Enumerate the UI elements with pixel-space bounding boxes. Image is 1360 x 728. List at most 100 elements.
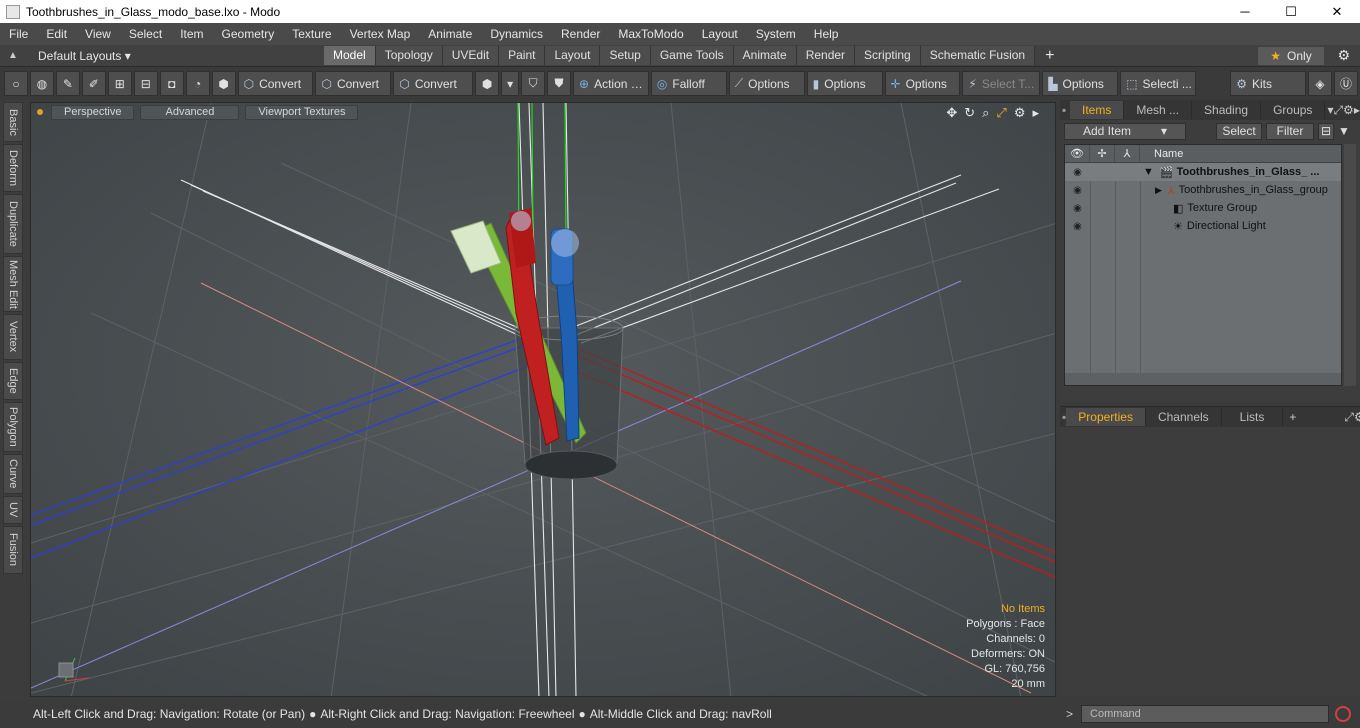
chevron-right-icon[interactable]: ▸ (1032, 105, 1039, 121)
add-tab-button[interactable]: + (1045, 47, 1054, 65)
funnel-icon[interactable]: ▼ (1338, 124, 1350, 138)
tab-game-tools[interactable]: Game Tools (650, 45, 734, 65)
action-center-button[interactable]: ⊕ Action … (573, 71, 649, 96)
menu-vertex-map[interactable]: Vertex Map (341, 27, 420, 41)
stop-icon[interactable] (1335, 706, 1352, 722)
viewport-textures-button[interactable]: Viewport Textures (245, 104, 359, 120)
menu-edit[interactable]: Edit (37, 27, 76, 41)
3d-viewport[interactable]: Perspective Advanced Viewport Textures ✥… (30, 102, 1056, 697)
viewport-gear-icon[interactable]: ⚙ (1014, 105, 1026, 121)
tab-channels[interactable]: Channels (1146, 408, 1222, 426)
tree-row-light[interactable]: ◉ ☀ Directional Light (1065, 217, 1341, 235)
tab-mesh[interactable]: Mesh ... (1124, 101, 1193, 119)
tab-scripting[interactable]: Scripting (855, 45, 921, 65)
move-view-icon[interactable]: ✥ (946, 105, 957, 121)
menu-help[interactable]: Help (805, 27, 848, 41)
vtab-basic[interactable]: Basic (3, 102, 23, 142)
convert-button-2[interactable]: ⬡ Convert (315, 71, 392, 96)
select-through-button[interactable]: ⚡ Select T... (962, 71, 1041, 96)
menu-animate[interactable]: Animate (419, 27, 481, 41)
gear-icon[interactable]: ⚙ (1337, 47, 1350, 64)
unreal-icon[interactable]: Ⓤ (1334, 71, 1358, 96)
horizontal-scrollbar[interactable] (1065, 373, 1341, 385)
tab-schematic-fusion[interactable]: Schematic Fusion (920, 45, 1036, 65)
collapse-up-icon[interactable]: ▲ (8, 50, 20, 61)
maximize-view-icon[interactable]: ⤢ (996, 105, 1006, 121)
chevron-down-icon[interactable]: ▾ (501, 71, 520, 96)
tab-groups[interactable]: Groups (1261, 101, 1326, 119)
only-toggle[interactable]: ★ Only (1258, 47, 1324, 65)
eye-icon[interactable]: ◉ (1065, 185, 1090, 196)
tree-row-scene[interactable]: ◉ ▼ 🎬 Toothbrushes_in_Glass_ ... (1065, 163, 1341, 181)
lock-column-icon[interactable]: ✢ (1090, 145, 1115, 162)
menu-system[interactable]: System (747, 27, 805, 41)
command-input[interactable]: Command (1081, 705, 1330, 723)
zoom-view-icon[interactable]: ⌕ (982, 105, 989, 121)
options-button-3[interactable]: ✛ Options (884, 71, 961, 96)
material-mode-icon[interactable]: ◔ (185, 71, 210, 96)
vertex-mode-icon[interactable]: ○ (4, 71, 28, 96)
menu-layout[interactable]: Layout (693, 27, 747, 41)
viewport-menu-dot-icon[interactable] (37, 109, 43, 115)
options-button-4[interactable]: ▙ Options (1042, 71, 1119, 96)
tab-layout[interactable]: Layout (545, 45, 601, 65)
add-item-button[interactable]: Add Item ▾ (1064, 122, 1186, 140)
tab-lists[interactable]: Lists (1222, 408, 1284, 426)
add-panel-tab-button[interactable]: + (1289, 410, 1296, 424)
vtab-edge[interactable]: Edge (3, 362, 23, 400)
workplane-icon[interactable]: ⛊ (547, 71, 572, 96)
advanced-button[interactable]: Advanced (140, 104, 240, 120)
tab-uvedit[interactable]: UVEdit (442, 45, 500, 65)
vtab-curve[interactable]: Curve (3, 454, 23, 494)
unity-icon[interactable]: ◈ (1308, 71, 1333, 96)
panel-menu-icon[interactable]: ▾⤢⚙▸ (1327, 103, 1359, 118)
name-column-header[interactable]: Name (1140, 148, 1183, 160)
tab-setup[interactable]: Setup (600, 45, 651, 65)
menu-select[interactable]: Select (120, 27, 171, 41)
tab-render[interactable]: Render (796, 45, 856, 65)
default-layouts-dropdown[interactable]: Default Layouts ▾ (38, 49, 131, 63)
vertical-scrollbar[interactable] (1344, 144, 1356, 386)
edge-mode-icon[interactable]: ⊞ (107, 71, 132, 96)
selection-button[interactable]: ⬚ Selecti ... (1120, 71, 1197, 96)
vtab-fusion[interactable]: Fusion (3, 526, 23, 574)
tab-items[interactable]: Items (1070, 101, 1125, 119)
falloff-button[interactable]: ◎ Falloff (650, 71, 727, 96)
convert-button-1[interactable]: ⬡ Convert (237, 71, 314, 96)
rotate-view-icon[interactable]: ↻ (964, 105, 975, 121)
menu-geometry[interactable]: Geometry (213, 27, 284, 41)
sphere-mode-icon[interactable]: ◍ (29, 71, 54, 96)
maximize-button[interactable]: ☐ (1268, 0, 1314, 23)
menu-file[interactable]: File (0, 27, 37, 41)
filter-button[interactable]: Filter (1266, 122, 1314, 140)
vtab-duplicate[interactable]: Duplicate (3, 194, 23, 254)
perspective-button[interactable]: Perspective (51, 104, 135, 120)
tab-paint[interactable]: Paint (499, 45, 546, 65)
vtab-polygon[interactable]: Polygon (3, 402, 23, 452)
symmetry-icon[interactable]: ⛉ (521, 71, 546, 96)
eye-icon[interactable]: ◉ (1065, 203, 1090, 214)
close-button[interactable]: ✕ (1314, 0, 1360, 23)
pen-icon[interactable]: ✎ (55, 71, 80, 96)
menu-texture[interactable]: Texture (283, 27, 340, 41)
convert-button-3[interactable]: ⬡ Convert (393, 71, 474, 96)
render-column-icon[interactable]: ⅄ (1115, 145, 1140, 162)
eye-icon[interactable]: ◉ (1065, 167, 1090, 178)
expand-arrow-icon[interactable]: ▼ (1143, 166, 1154, 178)
collapse-icon[interactable]: ⊟ (1318, 122, 1334, 140)
vtab-vertex[interactable]: Vertex (3, 314, 23, 360)
tab-animate[interactable]: Animate (733, 45, 797, 65)
tab-topology[interactable]: Topology (375, 45, 443, 65)
tree-row-group[interactable]: ◉ ▶ ⅄ Toothbrushes_in_Glass_group (1065, 181, 1341, 199)
collapsed-arrow-icon[interactable]: ▶ (1155, 185, 1162, 196)
menu-render[interactable]: Render (552, 27, 609, 41)
select-button[interactable]: Select (1216, 122, 1262, 140)
vtab-mesh-edit[interactable]: Mesh Edit (3, 256, 23, 312)
menu-item[interactable]: Item (171, 27, 212, 41)
menu-maxtomodo[interactable]: MaxToModo (609, 27, 692, 41)
tab-shading[interactable]: Shading (1192, 101, 1262, 119)
menu-dynamics[interactable]: Dynamics (481, 27, 552, 41)
tab-properties[interactable]: Properties (1066, 408, 1146, 426)
visibility-column-icon[interactable]: 👁 (1065, 145, 1090, 162)
cube-icon[interactable]: ⬢ (211, 71, 236, 96)
